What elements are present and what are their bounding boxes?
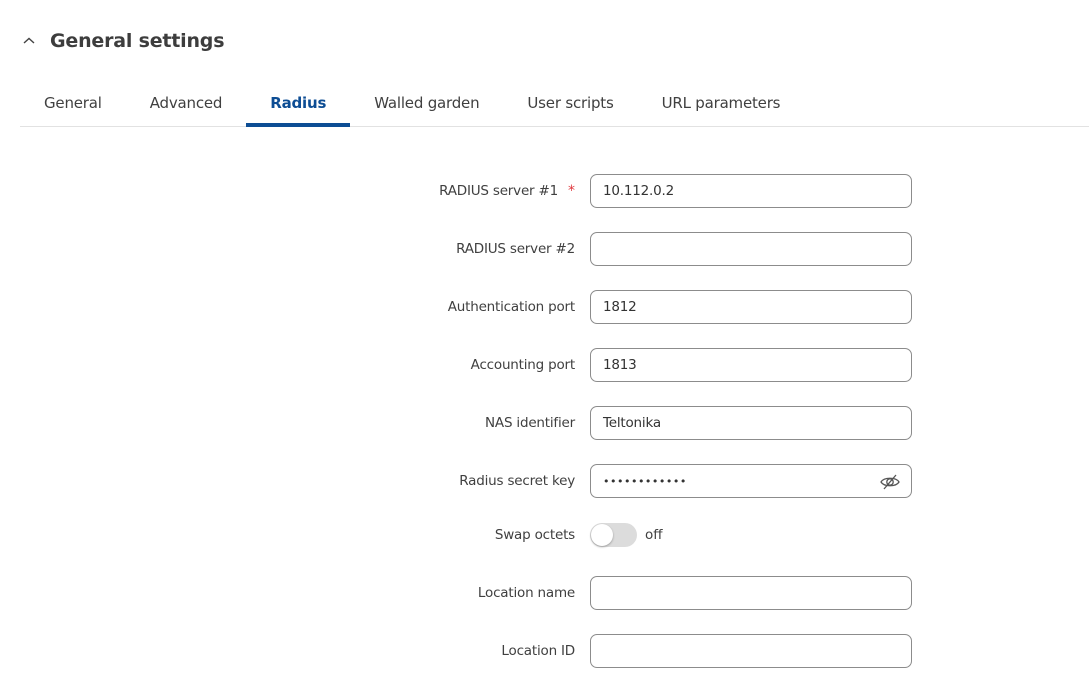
location-id-input[interactable] <box>590 634 912 668</box>
swap-octets-toggle-wrap: off <box>590 523 663 547</box>
row-nas-identifier: NAS identifier Teltonika <box>0 406 1089 440</box>
swap-octets-toggle[interactable] <box>590 523 637 547</box>
tab-url-parameters[interactable]: URL parameters <box>638 80 805 126</box>
authentication-port-input[interactable]: 1812 <box>590 290 912 324</box>
radius-secret-key-label: Radius secret key <box>459 473 575 489</box>
row-accounting-port: Accounting port 1813 <box>0 348 1089 382</box>
swap-octets-label: Swap octets <box>494 527 575 543</box>
location-name-input[interactable] <box>590 576 912 610</box>
radius-server-1-label: RADIUS server #1 <box>439 183 558 199</box>
tab-user-scripts[interactable]: User scripts <box>503 80 637 126</box>
section-title: General settings <box>50 30 225 52</box>
radius-server-2-label: RADIUS server #2 <box>456 241 575 257</box>
section-header-general-settings[interactable]: General settings <box>22 26 225 56</box>
chevron-up-icon[interactable] <box>22 26 50 56</box>
tab-bar: General Advanced Radius Walled garden Us… <box>20 80 1089 127</box>
row-radius-secret-key: Radius secret key •••••••••••• <box>0 464 1089 498</box>
row-radius-server-2: RADIUS server #2 <box>0 232 1089 266</box>
authentication-port-label: Authentication port <box>447 299 575 315</box>
location-id-label: Location ID <box>501 643 575 659</box>
accounting-port-label: Accounting port <box>470 357 576 373</box>
eye-slash-icon[interactable] <box>879 472 901 492</box>
row-location-id: Location ID <box>0 634 1089 668</box>
row-radius-server-1: RADIUS server #1 * 10.112.0.2 <box>0 174 1089 208</box>
nas-identifier-label: NAS identifier <box>485 415 575 431</box>
toggle-knob <box>591 524 613 546</box>
accounting-port-input[interactable]: 1813 <box>590 348 912 382</box>
nas-identifier-input[interactable]: Teltonika <box>590 406 912 440</box>
radius-secret-key-input[interactable]: •••••••••••• <box>590 464 912 498</box>
secret-key-masked-value: •••••••••••• <box>603 474 687 488</box>
required-indicator: * <box>568 183 575 199</box>
tab-advanced[interactable]: Advanced <box>126 80 247 126</box>
location-name-label: Location name <box>477 585 575 601</box>
row-swap-octets: Swap octets off <box>0 518 1089 552</box>
row-authentication-port: Authentication port 1812 <box>0 290 1089 324</box>
row-location-name: Location name <box>0 576 1089 610</box>
tab-radius[interactable]: Radius <box>246 80 351 127</box>
radius-server-2-input[interactable] <box>590 232 912 266</box>
swap-octets-state: off <box>645 527 663 543</box>
tab-walled-garden[interactable]: Walled garden <box>350 80 503 126</box>
tab-general[interactable]: General <box>20 80 126 126</box>
radius-server-1-input[interactable]: 10.112.0.2 <box>590 174 912 208</box>
